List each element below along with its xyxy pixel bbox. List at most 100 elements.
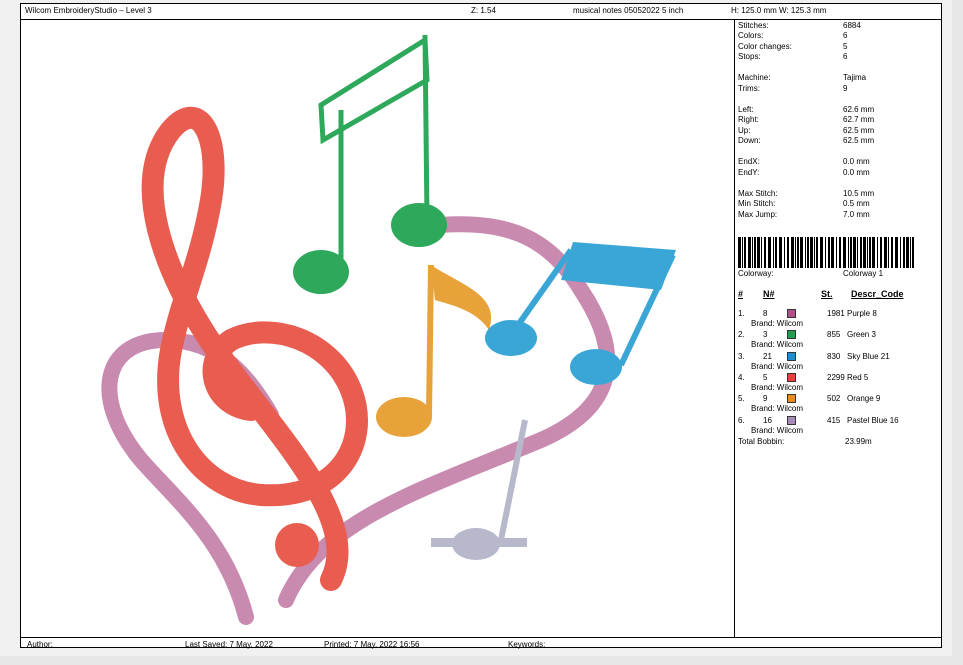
barcode-bar	[816, 237, 818, 268]
barcode-bar	[779, 237, 782, 268]
barcode-bar	[839, 237, 841, 268]
barcode-bar	[843, 237, 846, 268]
header-bar: Wilcom EmbroideryStudio – Level 3 Z: 1.5…	[21, 4, 941, 20]
stat-value: 7.0 mm	[843, 210, 870, 219]
stat-label: Down:	[738, 136, 761, 145]
author-label: Author:	[27, 640, 53, 649]
barcode-bar	[867, 237, 868, 268]
row-brand: Brand: Wilcom	[751, 425, 804, 435]
row-index: 4.	[738, 372, 745, 382]
row-index: 5.	[738, 394, 745, 404]
barcode-bar	[848, 237, 849, 268]
col-header-stitches: St.	[821, 289, 833, 299]
stat-label: EndY:	[738, 168, 760, 177]
row-color-swatch	[787, 415, 796, 425]
barcode-bar	[853, 237, 856, 268]
stat-value: 6	[843, 31, 848, 40]
barcode-bar	[828, 237, 830, 268]
barcode-bar	[805, 237, 806, 268]
panel-divider	[734, 19, 735, 637]
row-description: Green 3	[847, 330, 876, 340]
barcode	[738, 237, 914, 268]
barcode-bar	[738, 237, 741, 268]
barcode-bar	[857, 237, 858, 268]
barcode-bar	[910, 237, 911, 268]
stat-value: 0.5 mm	[843, 199, 870, 208]
blue-note	[485, 242, 676, 385]
col-header-description: Descr_Code	[851, 289, 904, 299]
row-index: 1.	[738, 309, 745, 318]
orange-note	[376, 264, 492, 437]
barcode-bar	[895, 237, 898, 268]
stat-label: Trims:	[738, 84, 760, 93]
barcode-bar	[744, 237, 746, 268]
vertical-scrollbar[interactable]	[952, 0, 963, 665]
row-brand: Brand: Wilcom	[751, 319, 804, 328]
barcode-bar	[906, 237, 909, 268]
row-color-swatch	[787, 394, 796, 404]
stat-label: Right:	[738, 115, 759, 124]
colorway-value: Colorway 1	[843, 269, 884, 278]
stat-label: Max Jump:	[738, 210, 778, 219]
app-title: Wilcom EmbroideryStudio – Level 3	[25, 6, 152, 15]
stat-label: Stops:	[738, 52, 761, 61]
barcode-bar	[884, 237, 887, 268]
barcode-bar	[912, 237, 914, 268]
design-dimensions: H: 125.0 mm W: 125.3 mm	[731, 6, 827, 15]
colorway-label: Colorway:	[738, 269, 774, 278]
barcode-bar	[752, 237, 753, 268]
barcode-bar	[872, 237, 875, 268]
row-stitches: 2299	[827, 372, 845, 382]
stat-label: Left:	[738, 105, 754, 114]
barcode-bar	[831, 237, 834, 268]
row-description: Purple 8	[847, 309, 877, 318]
row-description: Red 5	[847, 372, 869, 382]
stat-label: Machine:	[738, 73, 771, 82]
row-description: Sky Blue 21	[847, 351, 890, 361]
barcode-bar	[863, 237, 866, 268]
stat-value: 62.5 mm	[843, 136, 875, 145]
stat-value: 62.6 mm	[843, 105, 875, 114]
barcode-bar	[784, 237, 785, 268]
row-index: 6.	[738, 415, 745, 425]
barcode-bar	[787, 237, 789, 268]
barcode-bar	[891, 237, 893, 268]
row-stitches: 415	[827, 415, 841, 425]
stat-value: 10.5 mm	[843, 189, 875, 198]
stat-value: 0.0 mm	[843, 157, 870, 166]
stat-label: Stitches:	[738, 21, 769, 30]
row-description: Orange 9	[847, 394, 881, 404]
horizontal-scrollbar[interactable]	[0, 656, 963, 665]
grey-note	[431, 419, 528, 560]
row-thread-number: 5	[763, 372, 768, 382]
barcode-bar	[807, 237, 809, 268]
barcode-bar	[810, 237, 813, 268]
keywords-label: Keywords:	[508, 640, 546, 649]
row-thread-number: 8	[763, 309, 768, 318]
total-bobbin-value: 23.99m	[845, 437, 872, 446]
barcode-bar	[773, 237, 774, 268]
stat-value: 62.7 mm	[843, 115, 875, 124]
row-color-swatch	[787, 330, 796, 340]
stat-label: Max Stitch:	[738, 189, 778, 198]
row-brand: Brand: Wilcom	[751, 404, 804, 414]
row-color-swatch	[787, 372, 796, 382]
row-stitches: 830	[827, 351, 841, 361]
design-name: musical notes 05052022 5 inch	[573, 6, 684, 15]
barcode-bar	[850, 237, 852, 268]
barcode-bar	[836, 237, 837, 268]
row-thread-number: 9	[763, 394, 768, 404]
barcode-bar	[757, 237, 760, 268]
row-index: 3.	[738, 351, 745, 361]
barcode-bar	[791, 237, 794, 268]
row-color-swatch	[787, 309, 796, 318]
zoom-level: Z: 1.54	[471, 6, 496, 15]
barcode-bar	[800, 237, 803, 268]
last-saved: Last Saved: 7 May, 2022	[185, 640, 273, 649]
embroidery-design	[101, 34, 676, 625]
row-brand: Brand: Wilcom	[751, 340, 804, 350]
stat-value: 6884	[843, 21, 861, 30]
barcode-bar	[814, 237, 815, 268]
row-thread-number: 21	[763, 351, 772, 361]
print-preview-sheet: Wilcom EmbroideryStudio – Level 3 Z: 1.5…	[20, 3, 942, 649]
